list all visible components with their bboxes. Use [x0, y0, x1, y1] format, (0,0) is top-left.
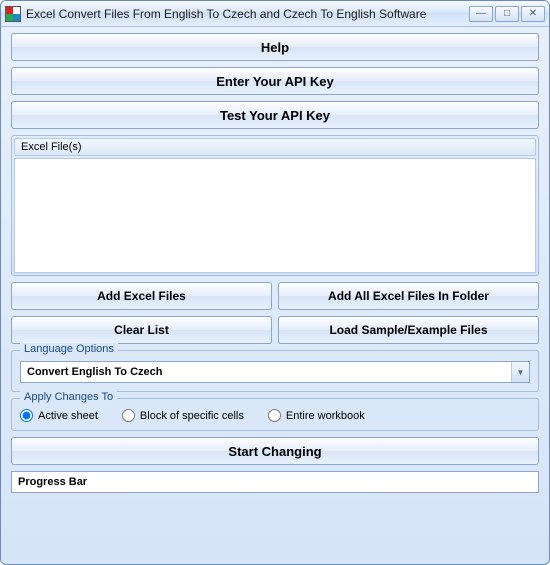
radio-active-sheet[interactable]: Active sheet — [20, 409, 98, 422]
app-window: Excel Convert Files From English To Czec… — [0, 0, 550, 565]
apply-changes-legend: Apply Changes To — [20, 391, 117, 403]
language-combo-text: Convert English To Czech — [21, 366, 511, 378]
help-button[interactable]: Help — [11, 33, 539, 61]
start-changing-button[interactable]: Start Changing — [11, 437, 539, 465]
excel-files-listbox[interactable] — [14, 158, 536, 273]
radio-block-cells-input[interactable] — [122, 409, 135, 422]
radio-active-sheet-label: Active sheet — [38, 410, 98, 422]
close-button[interactable]: ✕ — [521, 6, 545, 22]
radio-entire-workbook-input[interactable] — [268, 409, 281, 422]
radio-entire-workbook[interactable]: Entire workbook — [268, 409, 365, 422]
add-excel-files-button[interactable]: Add Excel Files — [11, 282, 272, 310]
excel-files-header: Excel File(s) — [14, 138, 536, 156]
test-api-key-button[interactable]: Test Your API Key — [11, 101, 539, 129]
language-options-group: Language Options Convert English To Czec… — [11, 350, 539, 392]
radio-block-cells[interactable]: Block of specific cells — [122, 409, 244, 422]
add-all-files-folder-button[interactable]: Add All Excel Files In Folder — [278, 282, 539, 310]
excel-files-panel: Excel File(s) — [11, 135, 539, 276]
titlebar: Excel Convert Files From English To Czec… — [1, 1, 549, 27]
radio-block-cells-label: Block of specific cells — [140, 410, 244, 422]
content-area: Help Enter Your API Key Test Your API Ke… — [1, 27, 549, 503]
app-icon — [5, 6, 21, 22]
chevron-down-icon: ▼ — [511, 362, 529, 382]
minimize-button[interactable]: — — [469, 6, 493, 22]
radio-entire-workbook-label: Entire workbook — [286, 410, 365, 422]
load-sample-files-button[interactable]: Load Sample/Example Files — [278, 316, 539, 344]
language-combo[interactable]: Convert English To Czech ▼ — [20, 361, 530, 383]
enter-api-key-button[interactable]: Enter Your API Key — [11, 67, 539, 95]
apply-changes-group: Apply Changes To Active sheet Block of s… — [11, 398, 539, 431]
progress-bar: Progress Bar — [11, 471, 539, 493]
language-options-legend: Language Options — [20, 343, 118, 355]
progress-bar-label: Progress Bar — [18, 476, 87, 488]
maximize-button[interactable]: □ — [495, 6, 519, 22]
radio-active-sheet-input[interactable] — [20, 409, 33, 422]
clear-list-button[interactable]: Clear List — [11, 316, 272, 344]
window-title: Excel Convert Files From English To Czec… — [26, 7, 467, 21]
